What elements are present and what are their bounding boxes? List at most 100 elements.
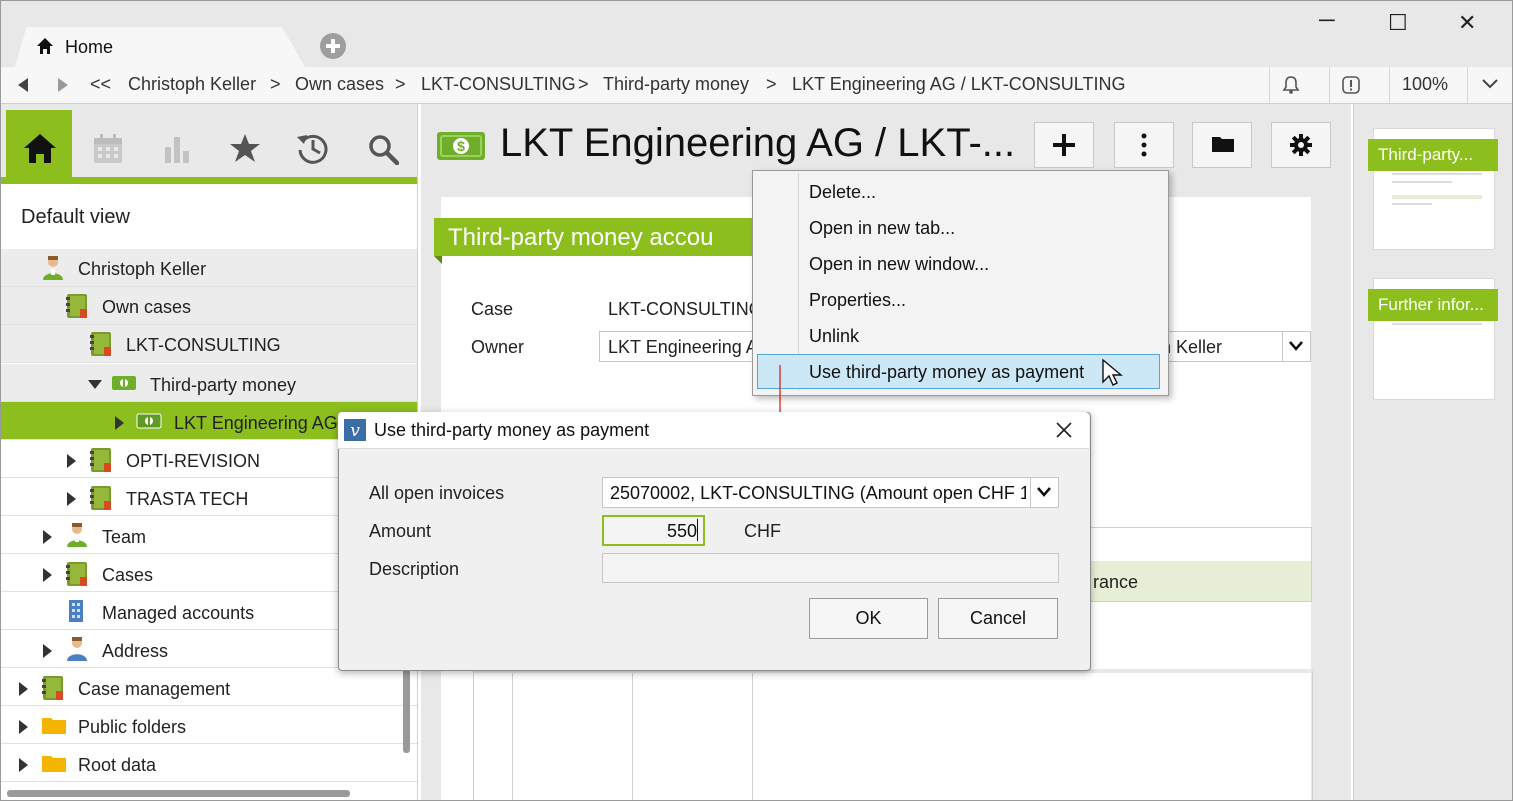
folder-icon [42, 718, 66, 734]
table-gridline [632, 673, 633, 800]
address-person-icon [67, 637, 87, 661]
tree-label: LKT Engineering AG / [174, 413, 348, 433]
money-icon [136, 413, 162, 429]
back-icon[interactable] [15, 77, 31, 93]
forward-icon[interactable] [55, 77, 71, 93]
tab-home[interactable] [15, 27, 305, 67]
star-icon[interactable] [229, 133, 261, 163]
menu-item-properties[interactable]: Properties... [809, 290, 906, 311]
case-value[interactable]: LKT-CONSULTING [608, 299, 763, 320]
breadcrumb-separator: > [578, 74, 589, 94]
ok-button[interactable]: OK [809, 598, 928, 639]
expand-icon[interactable] [67, 492, 76, 506]
breadcrumb-item[interactable]: Own cases [295, 74, 384, 95]
add-tab-icon[interactable] [319, 32, 347, 60]
close-window-button[interactable]: ✕ [1458, 10, 1476, 36]
folder-icon [42, 756, 66, 772]
expand-icon[interactable] [43, 530, 52, 544]
collapse-icon[interactable] [88, 380, 102, 389]
breadcrumb-root[interactable]: << [90, 74, 111, 95]
money-icon: $ [437, 132, 485, 160]
tree-label: Address [102, 641, 169, 661]
divider [1329, 67, 1330, 103]
expand-icon[interactable] [19, 720, 28, 734]
maximize-button[interactable]: ☐ [1388, 10, 1408, 36]
expand-icon[interactable] [19, 758, 28, 772]
owner-label: Owner [471, 337, 525, 357]
home-icon [24, 134, 56, 163]
tree-label: Christoph Keller [78, 259, 207, 279]
case-binder-icon [90, 332, 111, 356]
alert-icon[interactable] [1341, 75, 1361, 95]
amount-label: Amount [369, 521, 432, 541]
building-icon [69, 600, 83, 622]
menu-item-open-new-window[interactable]: Open in new window... [809, 254, 989, 275]
plus-icon [1053, 134, 1075, 156]
breadcrumb-item[interactable]: LKT-CONSULTING [421, 74, 576, 95]
menu-item-use-as-payment[interactable]: Use third-party money as payment [809, 362, 1084, 383]
tab-home-label: Home [65, 37, 114, 57]
description-input[interactable] [602, 553, 1059, 583]
breadcrumb-separator: > [395, 74, 406, 94]
menu-item-delete[interactable]: Delete... [809, 182, 876, 203]
tree-label: Root data [78, 755, 157, 775]
menu-item-open-new-tab[interactable]: Open in new tab... [809, 218, 955, 239]
chart-icon[interactable] [163, 133, 191, 163]
menu-item-unlink[interactable]: Unlink [809, 326, 859, 347]
table-cell: rance [1093, 572, 1139, 592]
divider [1389, 67, 1390, 103]
breadcrumb-separator: > [270, 74, 281, 94]
cancel-button[interactable]: Cancel [938, 598, 1058, 639]
tree-label: Third-party money [150, 375, 297, 395]
view-title[interactable]: Default view [21, 206, 130, 229]
section-title: Third-party money accou [448, 224, 714, 251]
divider [1269, 67, 1270, 103]
section-header-fold [434, 256, 442, 264]
more-vertical-icon [1141, 133, 1147, 157]
minimize-button[interactable]: ─ [1319, 7, 1335, 33]
breadcrumb-item[interactable]: Third-party money [603, 74, 749, 95]
breadcrumb-item[interactable]: LKT Engineering AG / LKT-CONSULTING [792, 74, 1125, 95]
text-caret [697, 519, 698, 541]
calendar-icon[interactable] [92, 133, 124, 165]
owner-right-value: h Keller [1161, 337, 1223, 357]
home-icon [37, 38, 53, 54]
app-logo-icon: v [344, 419, 366, 441]
thumbnail-label: Third-party... [1368, 139, 1498, 171]
tree-label: LKT-CONSULTING [126, 335, 281, 355]
close-icon[interactable] [1055, 421, 1073, 439]
tree-label: Public folders [78, 717, 187, 737]
invoices-label: All open invoices [369, 483, 505, 503]
chevron-down-icon[interactable] [1481, 77, 1499, 91]
chevron-down-icon[interactable] [1036, 486, 1052, 498]
gear-icon [1290, 134, 1312, 156]
tree-item-own-cases[interactable] [1, 287, 417, 325]
dialog-title: Use third-party money as payment [374, 420, 650, 440]
horizontal-scrollbar[interactable] [7, 790, 350, 797]
expand-icon[interactable] [43, 568, 52, 582]
chevron-down-icon[interactable] [1288, 340, 1304, 352]
svg-text:$: $ [457, 138, 465, 154]
table-gridline [752, 673, 753, 800]
money-icon [112, 376, 136, 390]
nav-accent-bar [1, 177, 417, 184]
table-body [473, 669, 1313, 800]
case-binder-icon [90, 448, 111, 472]
history-icon[interactable] [295, 131, 331, 165]
expand-icon[interactable] [67, 454, 76, 468]
expand-icon[interactable] [19, 682, 28, 696]
table-header [1089, 527, 1312, 563]
expand-icon[interactable] [115, 416, 124, 430]
bell-icon[interactable] [1281, 75, 1301, 95]
tree-label: Case management [78, 679, 231, 699]
vertical-scrollbar[interactable] [403, 669, 410, 753]
thumbnail-label: Further infor... [1368, 289, 1498, 321]
amount-value: 550 [666, 521, 697, 541]
page-title: LKT Engineering AG / LKT-... [500, 121, 1016, 165]
breadcrumb-separator: > [766, 74, 777, 94]
breadcrumb-item[interactable]: Christoph Keller [128, 74, 256, 95]
tree-label: Own cases [102, 297, 192, 317]
search-icon[interactable] [367, 133, 399, 165]
zoom-level[interactable]: 100% [1402, 74, 1448, 95]
expand-icon[interactable] [43, 644, 52, 658]
